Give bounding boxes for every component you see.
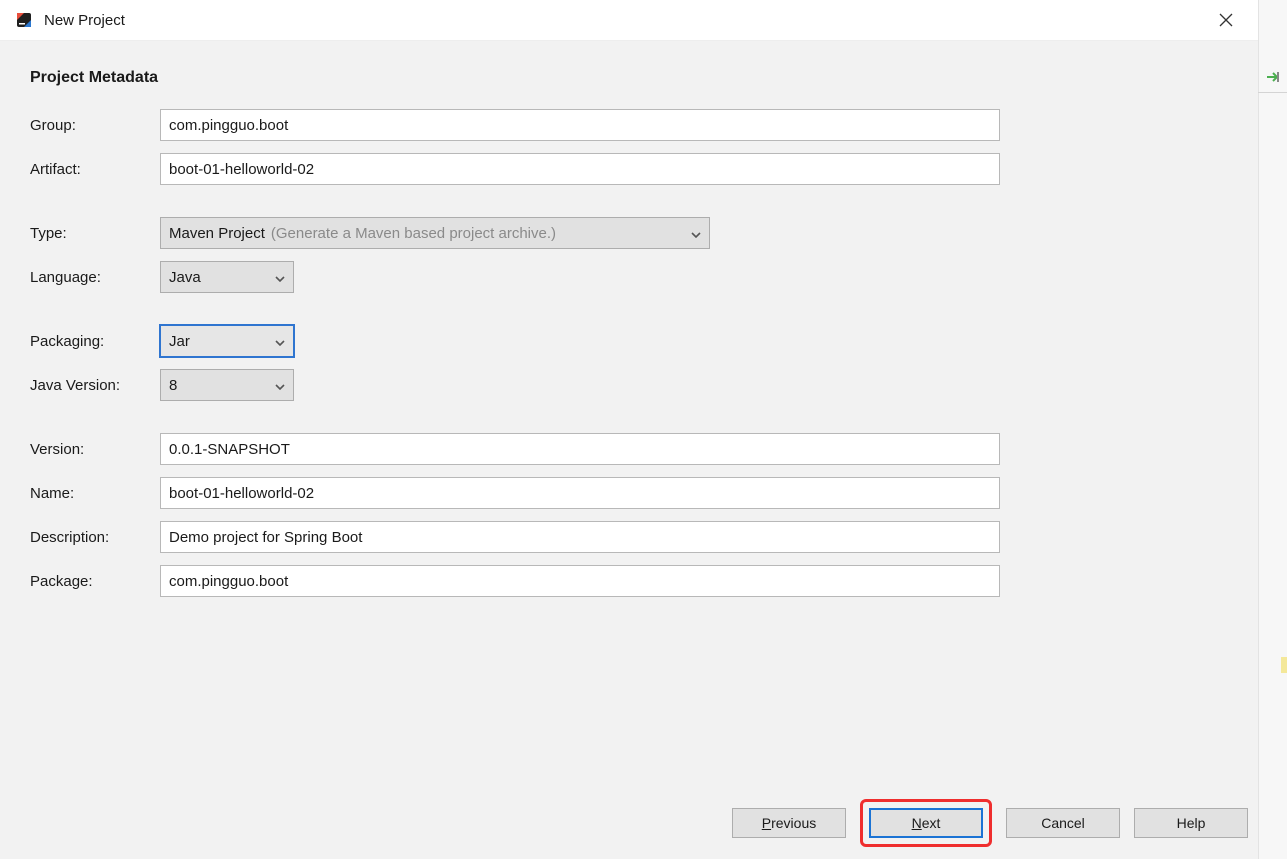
- right-arrow-icon: [1265, 70, 1281, 87]
- packaging-label: Packaging:: [30, 333, 160, 350]
- close-button[interactable]: [1208, 2, 1244, 38]
- group-label: Group:: [30, 117, 160, 134]
- section-heading: Project Metadata: [30, 69, 1228, 87]
- packaging-select[interactable]: Jar: [160, 325, 294, 357]
- java-version-label: Java Version:: [30, 377, 160, 394]
- name-label: Name:: [30, 485, 160, 502]
- help-button[interactable]: Help: [1134, 808, 1248, 838]
- chevron-down-icon: [263, 377, 285, 393]
- java-version-select[interactable]: 8: [160, 369, 294, 401]
- dialog-content: Project Metadata Group: Artifact: Type: …: [0, 40, 1258, 859]
- package-input[interactable]: [160, 565, 1000, 597]
- version-input[interactable]: [160, 433, 1000, 465]
- window-title: New Project: [44, 12, 125, 29]
- gutter-marker: [1281, 657, 1287, 673]
- description-input[interactable]: [160, 521, 1000, 553]
- dialog-footer: Previous Next Cancel Help: [732, 799, 1248, 847]
- type-select-value: Maven Project: [169, 225, 265, 242]
- package-label: Package:: [30, 573, 160, 590]
- group-input[interactable]: [160, 109, 1000, 141]
- description-label: Description:: [30, 529, 160, 546]
- title-bar: New Project: [0, 0, 1258, 40]
- chevron-down-icon: [263, 333, 285, 349]
- next-button-highlight: Next: [860, 799, 992, 847]
- cancel-button[interactable]: Cancel: [1006, 808, 1120, 838]
- chevron-down-icon: [679, 225, 701, 241]
- language-label: Language:: [30, 269, 160, 286]
- editor-gutter: [1258, 0, 1287, 859]
- language-select[interactable]: Java: [160, 261, 294, 293]
- metadata-form: Group: Artifact: Type: Maven Project (Ge…: [30, 109, 1000, 597]
- language-select-value: Java: [169, 269, 201, 286]
- artifact-label: Artifact:: [30, 161, 160, 178]
- type-label: Type:: [30, 225, 160, 242]
- intellij-icon: [14, 10, 34, 30]
- version-label: Version:: [30, 441, 160, 458]
- gutter-separator: [1258, 92, 1287, 93]
- type-select[interactable]: Maven Project (Generate a Maven based pr…: [160, 217, 710, 249]
- type-select-hint: (Generate a Maven based project archive.…: [271, 225, 556, 242]
- artifact-input[interactable]: [160, 153, 1000, 185]
- java-version-select-value: 8: [169, 377, 177, 394]
- chevron-down-icon: [263, 269, 285, 285]
- previous-button[interactable]: Previous: [732, 808, 846, 838]
- close-icon: [1219, 13, 1233, 27]
- packaging-select-value: Jar: [169, 333, 190, 350]
- next-button[interactable]: Next: [869, 808, 983, 838]
- name-input[interactable]: [160, 477, 1000, 509]
